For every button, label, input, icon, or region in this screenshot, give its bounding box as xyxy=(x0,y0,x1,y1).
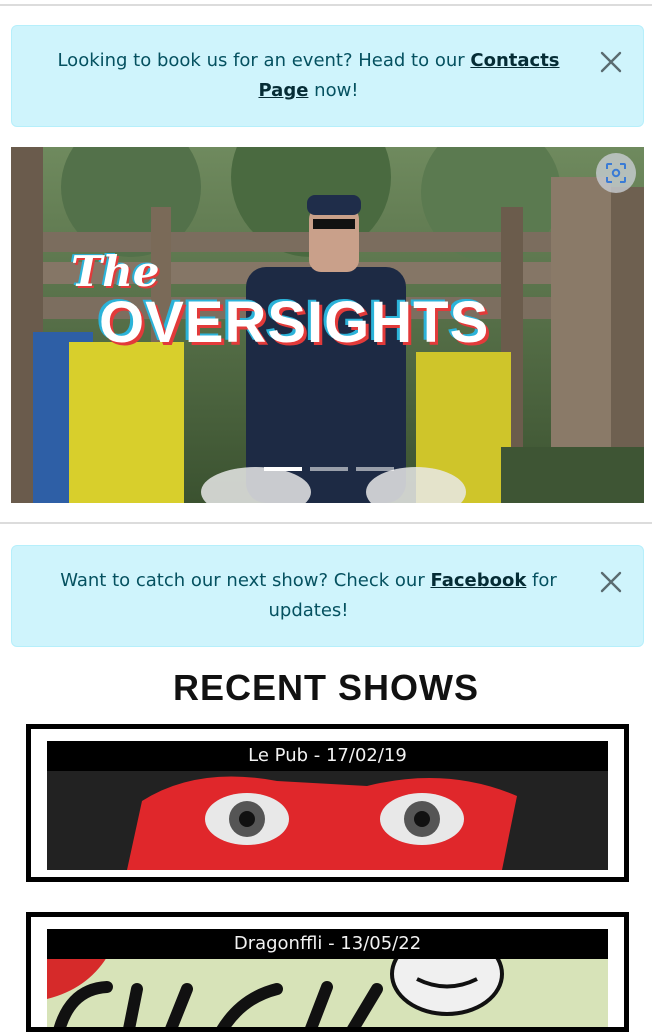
close-icon[interactable] xyxy=(599,50,623,74)
facebook-alert-text: Want to catch our next show? Check our xyxy=(60,570,431,591)
zoom-button[interactable] xyxy=(596,153,636,193)
top-divider xyxy=(0,4,652,6)
facebook-alert-message: Want to catch our next show? Check our F… xyxy=(32,566,585,626)
booking-alert-text-after: now! xyxy=(314,80,359,101)
booking-alert: Looking to book us for an event? Head to… xyxy=(11,25,644,127)
show-card[interactable]: Dragonffli - 13/05/22 xyxy=(26,912,629,1032)
facebook-alert: Want to catch our next show? Check our F… xyxy=(11,545,644,647)
carousel-indicator-2[interactable] xyxy=(310,467,348,471)
middle-divider xyxy=(0,522,652,524)
booking-alert-message: Looking to book us for an event? Head to… xyxy=(32,46,585,106)
close-icon[interactable] xyxy=(599,570,623,594)
carousel-indicators xyxy=(264,467,394,471)
show-caption: Le Pub - 17/02/19 xyxy=(47,741,608,771)
hero-title-main: OVERSIGHTS xyxy=(99,290,490,355)
carousel-indicator-1[interactable] xyxy=(264,467,302,471)
recent-shows-heading: RECENT SHOWS xyxy=(172,667,479,708)
zoom-focus-icon xyxy=(606,163,626,183)
show-card[interactable]: Le Pub - 17/02/19 xyxy=(26,724,629,882)
booking-alert-text: Looking to book us for an event? Head to… xyxy=(57,50,471,71)
show-poster: Dragonffli - 13/05/22 xyxy=(47,929,608,1027)
show-caption: Dragonffli - 13/05/22 xyxy=(47,929,608,959)
carousel-indicator-3[interactable] xyxy=(356,467,394,471)
show-poster: Le Pub - 17/02/19 xyxy=(47,741,608,870)
hero-carousel[interactable]: The OVERSIGHTS xyxy=(11,147,644,503)
facebook-link[interactable]: Facebook xyxy=(430,570,526,591)
